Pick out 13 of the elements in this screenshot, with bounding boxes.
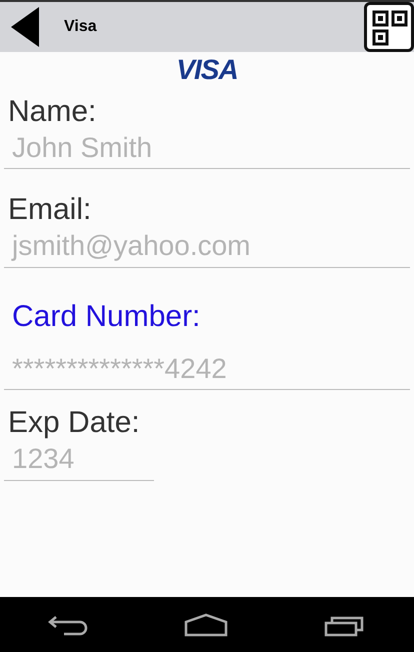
visa-logo: VISA [176, 54, 238, 85]
screen-title: Visa [64, 17, 97, 37]
input-field[interactable]: 1234 [4, 439, 154, 481]
qr-code-icon [371, 9, 409, 47]
field-label: Exp Date: [7, 406, 141, 440]
qr-code-button[interactable] [364, 2, 414, 52]
input-field[interactable]: John Smith [4, 128, 410, 170]
field-label: Email: [7, 193, 92, 226]
input-field[interactable]: jsmith@yahoo.com [4, 226, 410, 268]
input-field[interactable]: **************4242 [4, 348, 410, 390]
field-label: Card Number: [11, 298, 202, 335]
field-label: Name: [7, 95, 98, 128]
home-icon[interactable] [184, 612, 228, 636]
